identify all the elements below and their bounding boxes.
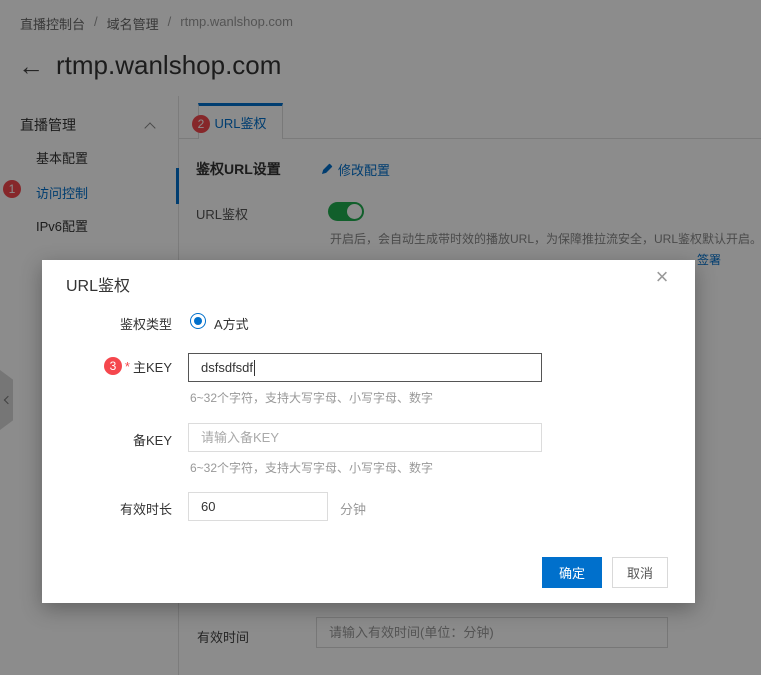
cancel-button[interactable]: 取消 xyxy=(612,557,668,588)
auth-type-radio[interactable] xyxy=(190,313,206,329)
required-mark: * xyxy=(124,358,130,374)
modal-title: URL鉴权 xyxy=(66,278,131,295)
step-badge-3: 3 xyxy=(103,357,122,375)
backup-key-helper: 6~32个字符，支持大写字母、小写字母、数字 xyxy=(190,461,434,475)
ok-button[interactable]: 确定 xyxy=(542,557,602,588)
url-auth-modal: URL鉴权 × 鉴权类型 A方式 3 * 主KEY dsfsdfsdf 6~32… xyxy=(42,260,695,603)
duration-input[interactable] xyxy=(188,492,328,521)
auth-type-label: 鉴权类型 xyxy=(119,317,172,332)
main-key-label-row: 3 * 主KEY xyxy=(42,357,172,375)
auth-type-option[interactable]: A方式 xyxy=(214,314,249,333)
backup-key-label: 备KEY xyxy=(132,433,172,448)
backup-key-input[interactable] xyxy=(188,423,542,452)
main-key-input[interactable]: dsfsdfsdf xyxy=(188,353,542,382)
duration-label: 有效时长 xyxy=(119,502,172,517)
close-icon[interactable]: × xyxy=(649,264,675,290)
console-screen: 直播控制台 / 域名管理 / rtmp.wanlshop.com ← rtmp.… xyxy=(0,0,761,675)
main-key-helper: 6~32个字符，支持大写字母、小写字母、数字 xyxy=(190,391,434,405)
text-cursor xyxy=(254,359,256,376)
radio-dot xyxy=(194,317,202,325)
main-key-label: 主KEY xyxy=(132,359,172,375)
duration-unit: 分钟 xyxy=(340,502,367,517)
main-key-value: dsfsdfsdf xyxy=(201,360,254,375)
